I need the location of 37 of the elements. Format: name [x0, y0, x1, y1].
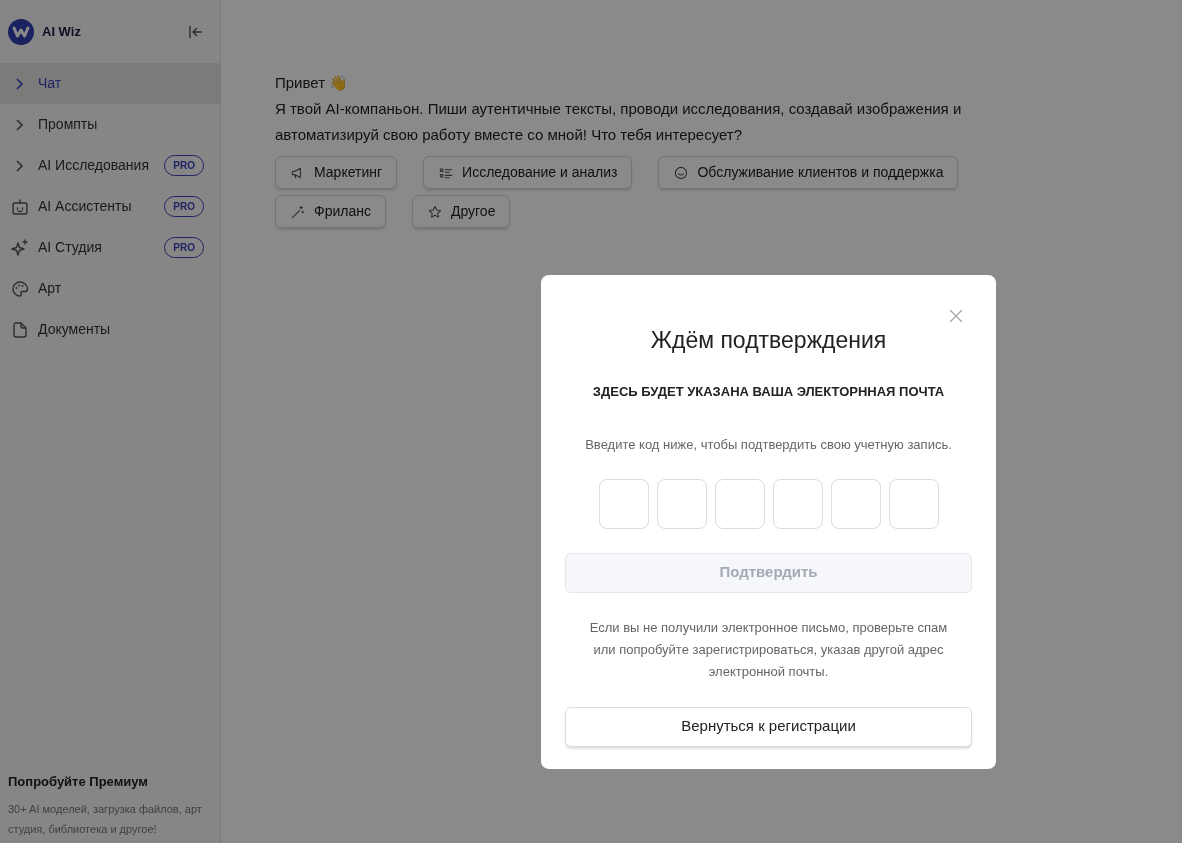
- code-digit-field[interactable]: [598, 478, 649, 529]
- promo-text: 30+ AI моделей, загрузка файлов, арт студия, библиотека и другое!: [8, 802, 203, 837]
- dialog-title: Ждём подтверждения: [649, 326, 888, 355]
- sidebar-item[interactable]: AI Ассистенты PRO: [0, 186, 220, 227]
- sparkles-icon: [10, 237, 30, 258]
- sidebar-item[interactable]: AI Студия PRO: [0, 227, 220, 268]
- sidebar-item[interactable]: AI Исследования PRO: [0, 145, 220, 186]
- promo-title: Попробуйте Премиум: [8, 772, 149, 791]
- topic-button[interactable]: Другое: [411, 195, 511, 228]
- sidebar-item[interactable]: Арт: [0, 268, 220, 309]
- robot-icon: [10, 196, 30, 217]
- collapse-sidebar-icon[interactable]: [188, 23, 204, 40]
- instruction-text: Введите код ниже, чтобы подтвердить свою учетную запись.: [584, 436, 953, 454]
- logo-icon: [8, 18, 34, 45]
- sidebar-item[interactable]: Чат: [0, 63, 220, 104]
- topic-button[interactable]: Обслуживание клиентов и поддержка: [658, 156, 959, 189]
- code-digit-field[interactable]: [772, 478, 823, 529]
- code-digit-field[interactable]: [830, 478, 881, 529]
- code-digit-field[interactable]: [656, 478, 707, 529]
- code-digit-field[interactable]: [714, 478, 765, 529]
- sidebar-item[interactable]: Промпты: [0, 104, 220, 145]
- code-digit-field[interactable]: [888, 478, 939, 529]
- topic-button[interactable]: Фриланс: [275, 195, 386, 228]
- intro-text: Я твой AI-компаньон. Пиши аутентичные тексты, проводи исследования, создавай изображения и автоматизируй свою работу вместе со мной! Что тебя интересует?: [275, 99, 963, 145]
- magic-wand-icon: [290, 203, 306, 220]
- star-icon: [426, 203, 443, 220]
- greeting-text: Привет 👋: [275, 73, 350, 93]
- email-text: ЗДЕСЬ БУДЕТ УКАЗАНА ВАША ЭЛЕКТОРННАЯ ПОЧТА: [591, 382, 946, 401]
- sidebar-item[interactable]: Документы: [0, 309, 220, 350]
- brand-name: AI Wiz: [42, 22, 81, 41]
- palette-icon: [10, 278, 30, 299]
- help-text: Если вы не получили электронное письмо, проверьте спам или попробуйте зарегистрироваться, указав другой адрес электронной почты.: [588, 618, 949, 681]
- topic-button[interactable]: Маркетинг: [275, 156, 398, 189]
- document-icon: [10, 319, 30, 340]
- back-to-registration-button[interactable]: Вернуться к регистрации: [565, 706, 972, 747]
- smiley-icon: [673, 164, 690, 181]
- topic-button[interactable]: Исследование и анализ: [423, 156, 633, 189]
